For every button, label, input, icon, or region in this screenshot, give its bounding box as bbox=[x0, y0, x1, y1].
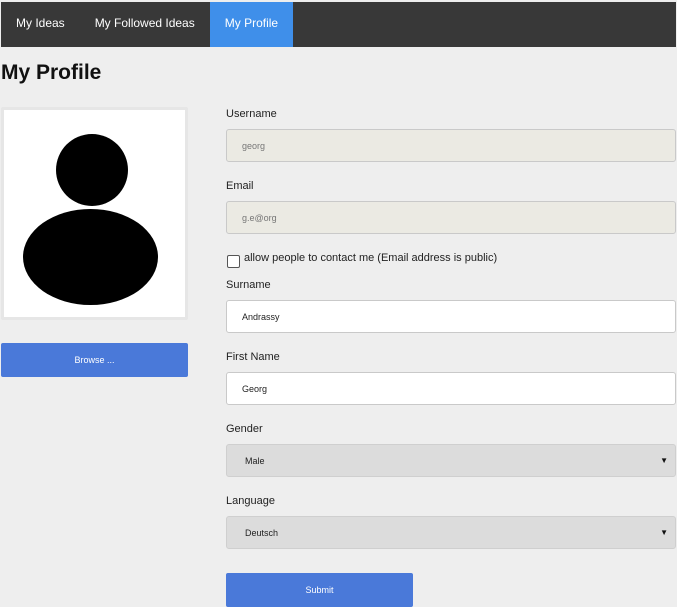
email-label: Email bbox=[226, 180, 254, 192]
avatar-head-shape bbox=[56, 134, 128, 206]
email-field[interactable]: g.e@org bbox=[226, 201, 676, 234]
first-name-field[interactable]: Georg bbox=[226, 372, 676, 405]
nav-my-followed-ideas[interactable]: My Followed Ideas bbox=[80, 2, 210, 47]
contact-checkbox-label: allow people to contact me (Email addres… bbox=[244, 252, 498, 264]
submit-button[interactable]: Submit bbox=[226, 573, 413, 607]
avatar bbox=[1, 107, 188, 320]
dropdown-arrow-icon: ▼ bbox=[660, 456, 668, 465]
contact-checkbox[interactable] bbox=[227, 255, 240, 268]
language-label: Language bbox=[226, 495, 275, 507]
gender-selected-value: Male bbox=[245, 455, 265, 466]
surname-label: Surname bbox=[226, 279, 271, 291]
nav-my-profile[interactable]: My Profile bbox=[209, 2, 294, 47]
avatar-body-shape bbox=[23, 209, 158, 305]
language-selected-value: Deutsch bbox=[245, 527, 279, 538]
page-title: My Profile bbox=[1, 61, 102, 84]
first-name-label: First Name bbox=[226, 351, 280, 363]
browse-button[interactable]: Browse ... bbox=[1, 343, 188, 377]
nav-my-ideas[interactable]: My Ideas bbox=[1, 2, 80, 47]
gender-label: Gender bbox=[226, 423, 263, 435]
surname-field[interactable]: Andrassy bbox=[226, 300, 676, 333]
dropdown-arrow-icon: ▼ bbox=[660, 528, 668, 537]
username-field[interactable]: georg bbox=[226, 129, 676, 162]
language-select[interactable]: Deutsch ▼ bbox=[226, 516, 676, 549]
gender-select[interactable]: Male ▼ bbox=[226, 444, 676, 477]
top-navbar: My Ideas My Followed Ideas My Profile bbox=[1, 2, 676, 47]
username-label: Username bbox=[226, 108, 277, 120]
